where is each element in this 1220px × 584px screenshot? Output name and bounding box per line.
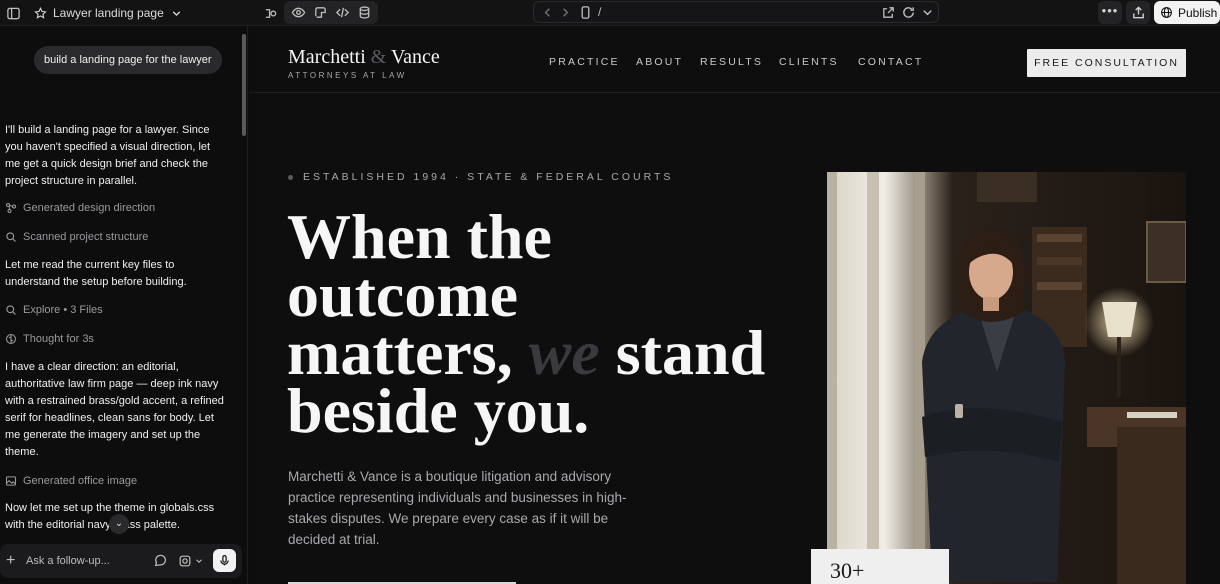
microphone-icon (220, 555, 229, 566)
headline-line: beside you. (287, 375, 590, 446)
code-icon[interactable] (333, 3, 351, 21)
url-path: / (598, 5, 602, 19)
publish-label: Publish (1178, 5, 1218, 20)
globe-icon (1161, 7, 1172, 18)
brain-icon (5, 333, 17, 345)
share-upload-icon (1129, 3, 1147, 21)
step-label: Explore • 3 Files (23, 304, 103, 316)
open-external-icon[interactable] (879, 3, 897, 21)
scroll-down-button[interactable]: ⌄ (109, 514, 129, 534)
assistant-message: I'll build a landing page for a lawyer. … (5, 124, 211, 187)
publish-button[interactable]: Publish (1154, 1, 1220, 24)
logo-subtitle: ATTORNEYS AT LAW (288, 71, 407, 80)
step-scanned-structure[interactable]: Scanned project structure (5, 229, 148, 245)
eyebrow-text: ESTABLISHED 1994 · STATE & FEDERAL COURT… (303, 171, 674, 183)
preview-eye-icon[interactable] (289, 3, 307, 21)
attach-image-icon[interactable] (177, 553, 193, 569)
more-options-button[interactable]: ••• (1098, 1, 1122, 24)
headline-line: stand (599, 317, 766, 388)
step-label: Scanned project structure (23, 231, 149, 243)
step-generated-image[interactable]: Generated office image (5, 473, 137, 489)
free-consultation-button[interactable]: FREE CONSULTATION (1027, 49, 1186, 77)
stat-card: 30+ (811, 549, 949, 584)
site-header: Marchetti & Vance ATTORNEYS AT LAW PRACT… (249, 26, 1220, 93)
hero-eyebrow: ESTABLISHED 1994 · STATE & FEDERAL COURT… (288, 171, 673, 183)
panel-icon[interactable] (261, 4, 279, 22)
refresh-icon[interactable] (899, 3, 917, 21)
attorney-portrait-image (827, 172, 1186, 584)
hero-description: Marchetti & Vance is a boutique litigati… (288, 469, 627, 547)
stat-number: 30+ (830, 558, 865, 583)
database-icon[interactable] (355, 3, 373, 21)
top-bar: Lawyer landing page / ••• Publish (0, 0, 1220, 26)
search-icon (6, 232, 16, 242)
design-icon[interactable] (311, 3, 329, 21)
nav-contact[interactable]: CONTACT (858, 56, 923, 68)
nav-results[interactable]: RESULTS (700, 56, 763, 68)
chevron-down-icon (172, 10, 180, 16)
nodes-icon (5, 202, 17, 214)
project-name: Lawyer landing page (53, 6, 164, 20)
search-icon (6, 305, 16, 315)
step-design-direction[interactable]: Generated design direction (5, 200, 155, 216)
back-arrow-icon[interactable] (538, 3, 556, 21)
bullet-dot (288, 174, 293, 180)
hero-headline: When the outcome matters, we stand besid… (287, 205, 807, 443)
firm-logo[interactable]: Marchetti & Vance (288, 46, 440, 69)
step-thought[interactable]: Thought for 3s (5, 331, 94, 347)
plus-icon[interactable]: + (6, 551, 20, 571)
chat-bubble-icon[interactable] (152, 553, 168, 569)
follow-up-input[interactable] (26, 552, 136, 570)
chat-sidebar: build a landing page for the lawyer I'll… (0, 26, 248, 584)
assistant-message: I have a clear direction: an editorial, … (5, 361, 224, 458)
url-bar[interactable]: / (533, 1, 939, 23)
step-label: Generated design direction (23, 202, 156, 214)
site-preview: Marchetti & Vance ATTORNEYS AT LAW PRACT… (249, 26, 1220, 584)
logo-ampersand: & (370, 46, 387, 68)
microphone-button[interactable] (213, 549, 236, 572)
chat-scrollbar[interactable] (242, 34, 246, 136)
sparkle-icon (34, 6, 47, 19)
nav-clients[interactable]: CLIENTS (779, 56, 839, 68)
nav-about[interactable]: ABOUT (636, 56, 683, 68)
share-button[interactable] (1126, 1, 1150, 24)
nav-practice[interactable]: PRACTICE (549, 56, 620, 68)
logo-first-name: Marchetti (288, 46, 366, 68)
view-mode-group (284, 1, 378, 24)
user-message: build a landing page for the lawyer (34, 46, 222, 74)
device-mobile-icon[interactable] (576, 3, 594, 21)
assistant-message: Let me read the current key files to und… (5, 259, 187, 288)
image-icon (5, 476, 17, 486)
forward-arrow-icon[interactable] (556, 3, 574, 21)
step-explore-files[interactable]: Explore • 3 Files (5, 302, 103, 318)
project-switcher[interactable]: Lawyer landing page (34, 3, 183, 23)
chat-composer: + (0, 544, 242, 578)
step-label: Generated office image (23, 475, 138, 487)
chevron-down-icon[interactable] (194, 553, 204, 569)
chevron-down-icon[interactable] (918, 3, 936, 21)
sidebar-toggle-icon[interactable] (4, 4, 22, 22)
logo-last-name: Vance (390, 46, 440, 68)
step-label: Thought for 3s (23, 333, 94, 345)
